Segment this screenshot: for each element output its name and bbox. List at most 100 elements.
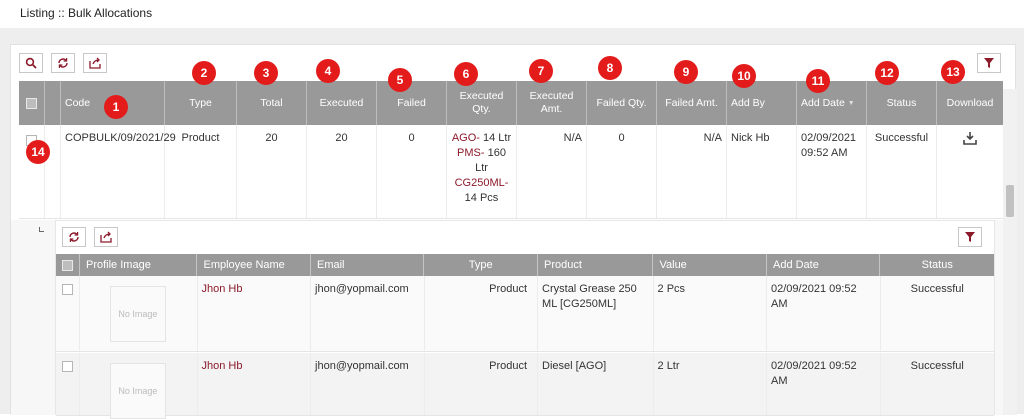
refresh-icon — [58, 58, 68, 68]
callout-badge: 11 — [806, 69, 830, 93]
sub-column-header-type[interactable]: Type — [424, 254, 538, 276]
page-title: Listing :: Bulk Allocations — [20, 6, 153, 20]
collapse-icon[interactable] — [45, 125, 61, 218]
add-by-cell: Nick Hb — [727, 125, 797, 218]
column-header-add-by[interactable]: Add By — [727, 81, 797, 125]
sub-column-header-value[interactable]: Value — [653, 254, 767, 276]
callout-badge: 4 — [316, 59, 340, 83]
profile-image-cell: No Image — [80, 276, 198, 351]
type-cell: Product — [425, 353, 539, 415]
column-header-type[interactable]: Type — [165, 81, 237, 125]
refresh-button[interactable] — [51, 53, 75, 73]
sub-row-select-cell — [56, 276, 80, 351]
select-all-cell — [19, 81, 45, 125]
column-header-status[interactable]: Status — [867, 81, 937, 125]
executed-qty-cell: AGO- 14 Ltr PMS- 160 Ltr CG250ML- 14 Pcs — [447, 125, 517, 218]
search-icon — [25, 57, 37, 69]
column-header-executed-qty[interactable]: Executed Qty. — [447, 81, 517, 125]
callout-badge: 6 — [454, 62, 478, 86]
sort-icon: ▼ — [847, 99, 855, 107]
employee-name-link[interactable]: Jhon Hb — [198, 353, 312, 415]
table-row: COPBULK/09/2021/29 Product 20 20 0 AGO- … — [19, 125, 1003, 219]
product-cell: Diesel [AGO] — [538, 353, 654, 415]
sub-row-checkbox[interactable] — [61, 361, 73, 372]
detail-export-button[interactable] — [94, 227, 118, 247]
filter-icon — [984, 58, 994, 68]
filter-button[interactable] — [977, 53, 1001, 73]
status-cell: Successful — [910, 360, 964, 372]
email-cell: jhon@yopmail.com — [311, 276, 425, 351]
download-icon[interactable] — [963, 131, 977, 145]
listing-card: Code Type Total Executed Failed Executed… — [10, 44, 1017, 419]
list-item: No Image Jhon Hb jhon@yopmail.com Produc… — [56, 276, 994, 352]
callout-badge: 10 — [732, 64, 756, 88]
column-header-failed-amt[interactable]: Failed Amt. — [657, 81, 727, 125]
value-cell: 2 Ltr — [654, 353, 768, 415]
column-header-failed[interactable]: Failed — [377, 81, 447, 125]
sub-column-header-email[interactable]: Email — [311, 254, 425, 276]
detail-refresh-button[interactable] — [62, 227, 86, 247]
column-header-download[interactable]: Download — [937, 81, 1003, 125]
add-date-cell: 02/09/2021 09:52 AM — [767, 353, 881, 415]
total-cell: 20 — [237, 125, 307, 218]
column-header-total[interactable]: Total — [237, 81, 307, 125]
filter-icon — [965, 232, 975, 242]
detail-filter-button[interactable] — [958, 227, 982, 247]
value-cell: 2 Pcs — [654, 276, 768, 351]
column-header-failed-qty[interactable]: Failed Qty. — [587, 81, 657, 125]
failed-cell: 0 — [377, 125, 447, 218]
executed-cell: 20 — [307, 125, 377, 218]
detail-indent-marker — [39, 227, 44, 232]
row-select-cell — [19, 125, 45, 218]
sub-column-header-employee-name[interactable]: Employee Name — [197, 254, 311, 276]
add-date-cell: 02/09/2021 09:52 AM — [797, 125, 867, 218]
expand-column-header — [45, 81, 61, 125]
profile-image-placeholder: No Image — [109, 363, 166, 419]
select-all-checkbox[interactable] — [26, 97, 37, 109]
column-header-executed-amt[interactable]: Executed Amt. — [517, 81, 587, 125]
sub-column-header-product[interactable]: Product — [538, 254, 654, 276]
product-code-link[interactable]: CG250ML- — [455, 177, 509, 189]
main-grid-header: Code Type Total Executed Failed Executed… — [19, 81, 1007, 125]
scrollbar-thumb[interactable] — [1006, 185, 1014, 217]
callout-badge: 12 — [875, 61, 899, 85]
sub-column-header-status[interactable]: Status — [880, 254, 994, 276]
export-icon — [89, 57, 101, 69]
refresh-icon — [69, 232, 79, 242]
add-date-cell: 02/09/2021 09:52 AM — [767, 276, 881, 351]
detail-grid: Profile Image Employee Name Email Type P… — [55, 220, 995, 419]
sub-column-header-profile-image[interactable]: Profile Image — [80, 254, 198, 276]
employee-name-link[interactable]: Jhon Hb — [198, 276, 312, 351]
callout-badge: 9 — [674, 60, 698, 84]
status-cell: Successful — [867, 125, 937, 218]
callout-badge: 8 — [598, 56, 622, 80]
code-cell: COPBULK/09/2021/29 — [61, 125, 176, 218]
sub-column-header-add-date[interactable]: Add Date — [767, 254, 881, 276]
email-cell: jhon@yopmail.com — [311, 353, 425, 415]
sub-row-checkbox[interactable] — [61, 284, 73, 295]
detail-grid-header: Profile Image Employee Name Email Type P… — [56, 254, 994, 276]
column-header-executed[interactable]: Executed — [307, 81, 377, 125]
export-button[interactable] — [83, 53, 107, 73]
detail-select-all-checkbox[interactable] — [62, 259, 73, 271]
vertical-scrollbar[interactable] — [1003, 89, 1017, 415]
executed-amt-cell: N/A — [517, 125, 587, 218]
profile-image-placeholder: No Image — [109, 286, 166, 342]
type-cell: Product — [425, 276, 539, 351]
failed-amt-cell: N/A — [657, 125, 727, 218]
callout-badge: 13 — [941, 60, 965, 84]
page-header: Listing :: Bulk Allocations — [0, 0, 1024, 28]
sub-row-select-cell — [56, 353, 80, 415]
detail-panel: Profile Image Employee Name Email Type P… — [11, 220, 1003, 419]
product-cell: Crystal Grease 250 ML [CG250ML] — [538, 276, 654, 351]
type-cell: Product — [165, 125, 237, 218]
product-code-link[interactable]: AGO- — [452, 132, 480, 144]
callout-badge: 3 — [254, 61, 278, 85]
callout-badge: 1 — [104, 95, 128, 119]
callout-badge: 5 — [388, 68, 412, 92]
callout-badge: 14 — [26, 140, 50, 164]
list-item: No Image Jhon Hb jhon@yopmail.com Produc… — [56, 353, 994, 419]
detail-select-all-cell — [56, 254, 80, 276]
product-code-link[interactable]: PMS- — [457, 147, 485, 159]
search-button[interactable] — [19, 53, 43, 73]
